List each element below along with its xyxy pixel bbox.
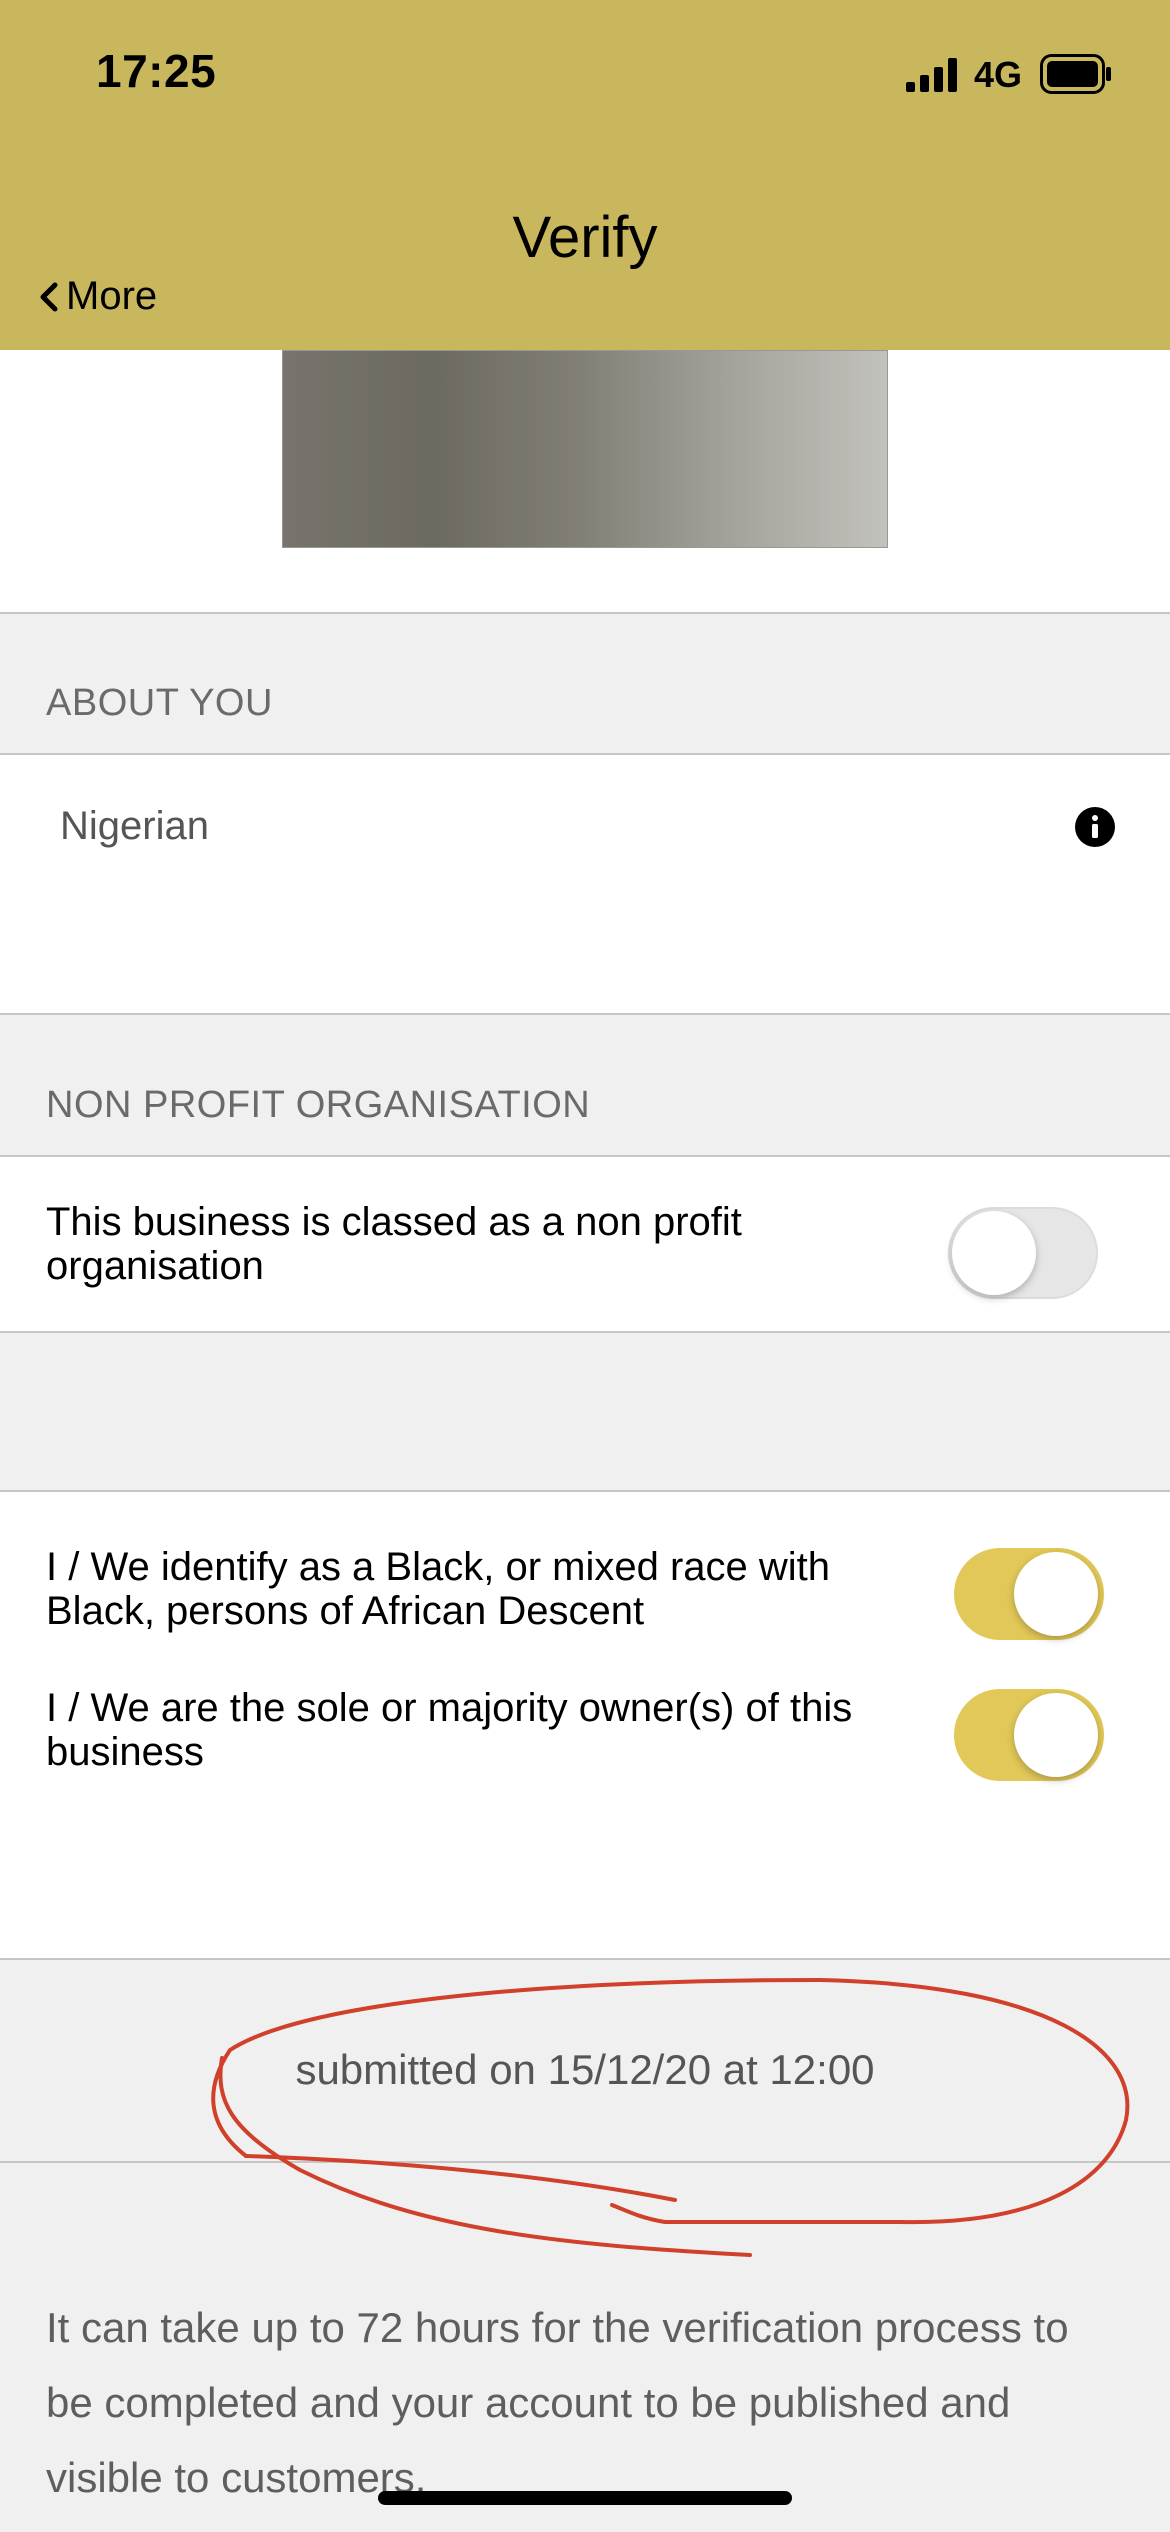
non-profit-label: This business is classed as a non profit… (46, 1200, 742, 1288)
verification-info-text: It can take up to 72 hours for the verif… (46, 2304, 1069, 2501)
toggle-knob (1014, 1552, 1098, 1636)
divider (0, 1331, 1170, 1333)
annotation-circle (211, 1977, 1130, 2257)
page-title: Verify (512, 205, 658, 270)
signal-bars-icon (906, 58, 957, 92)
network-type: 4G (974, 54, 1023, 95)
non-profit-toggle[interactable] (948, 1207, 1098, 1299)
black-identity-toggle[interactable] (954, 1548, 1104, 1640)
divider (0, 1958, 1170, 1960)
toggle-knob (1014, 1693, 1098, 1777)
home-indicator[interactable] (378, 2491, 792, 2505)
info-circle-icon[interactable] (1075, 807, 1115, 847)
black-identity-label: I / We identify as a Black, or mixed rac… (46, 1545, 831, 1633)
submitted-status: submitted on 15/12/20 at 12:00 (295, 2046, 875, 2093)
uploaded-photo (282, 350, 888, 548)
section-label-non-profit: NON PROFIT ORGANISATION (46, 1084, 591, 1126)
divider (0, 2161, 1170, 2163)
majority-owner-toggle[interactable] (954, 1689, 1104, 1781)
owner-label: I / We are the sole or majority owner(s)… (46, 1686, 853, 1774)
back-label: More (66, 274, 158, 318)
about-you-section (0, 755, 1170, 1013)
status-time: 17:25 (96, 45, 217, 97)
section-label-about-you: ABOUT YOU (46, 682, 273, 724)
toggle-knob (952, 1211, 1036, 1295)
battery-icon (1040, 54, 1111, 94)
back-button[interactable]: More (38, 274, 157, 319)
divider (0, 612, 1170, 614)
divider (0, 1013, 1170, 1015)
nationality-field[interactable]: Nigerian (60, 804, 209, 849)
chevron-left-icon (40, 282, 58, 311)
